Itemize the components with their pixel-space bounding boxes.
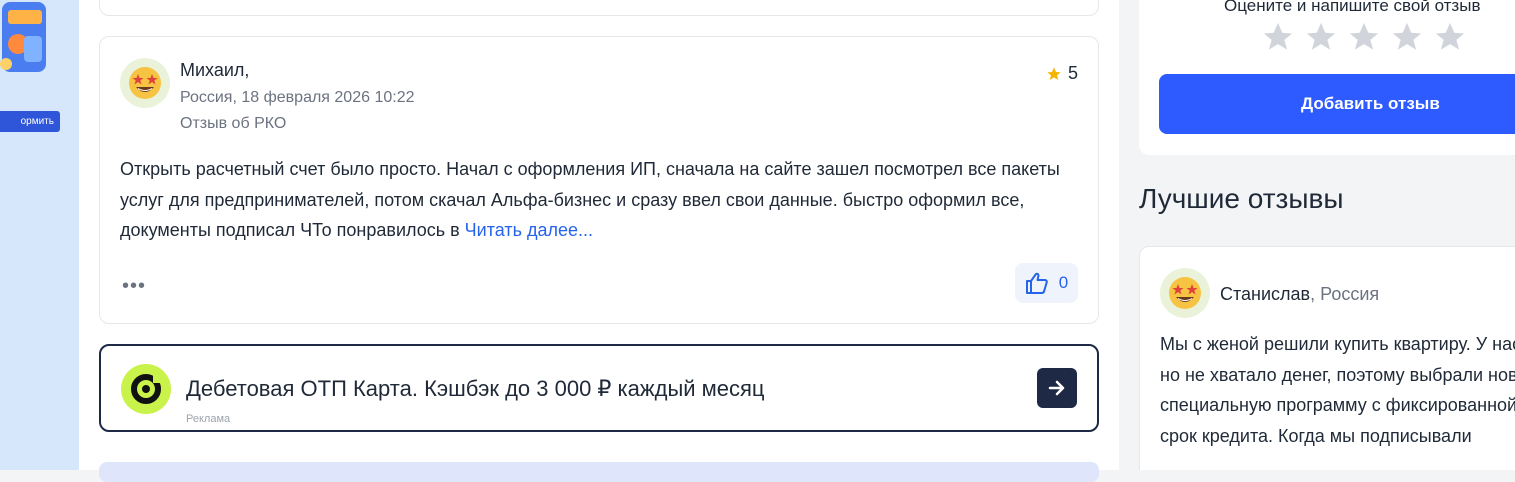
review-card: Михаил, Россия, 18 февраля 2026 10:22 От… xyxy=(99,36,1099,324)
review-rating: 5 xyxy=(1046,63,1078,84)
promo-illustration xyxy=(0,2,46,72)
best-review-card: Станислав, Россия Мы с женой решили купи… xyxy=(1139,246,1515,470)
star-icon[interactable] xyxy=(1304,20,1338,54)
star-icon[interactable] xyxy=(1390,20,1424,54)
like-count: 0 xyxy=(1058,273,1069,292)
previous-review-card xyxy=(99,0,1099,16)
right-sidebar: Оцените и напишите свой отзыв Добавить о… xyxy=(1139,0,1515,470)
review-author: Михаил, xyxy=(180,60,250,80)
left-promo-banner: ормить xyxy=(0,0,79,470)
best-review-location: Россия xyxy=(1320,284,1380,304)
review-location-date: Россия, 18 февраля 2026 10:22 xyxy=(180,89,415,106)
ad-title[interactable]: Дебетовая ОТП Карта. Кэшбэк до 3 000 ₽ к… xyxy=(186,376,765,402)
review-topic: Отзыв об РКО xyxy=(180,115,287,132)
best-review-text: Мы с женой решили купить квартиру. У нас… xyxy=(1160,334,1515,446)
best-review-author: Станислав xyxy=(1220,284,1311,304)
like-button[interactable]: 0 xyxy=(1015,263,1078,303)
review-text: Открыть расчетный счет было просто. Нача… xyxy=(120,154,1090,246)
otp-logo-icon xyxy=(121,364,171,414)
best-reviews-title: Лучшие отзывы xyxy=(1139,183,1344,214)
rate-card: Оцените и напишите свой отзыв Добавить о… xyxy=(1139,0,1515,155)
thumbs-up-icon xyxy=(1025,272,1048,294)
rate-prompt: Оцените и напишите свой отзыв xyxy=(1224,0,1481,15)
author-separator: , xyxy=(1310,284,1321,304)
avatar xyxy=(1160,268,1210,318)
next-block xyxy=(99,462,1099,482)
arrow-right-icon[interactable] xyxy=(1037,368,1077,408)
star-icon[interactable] xyxy=(1261,20,1295,54)
rating-value: 5 xyxy=(1067,63,1078,83)
smiling-face-with-star-eyes-icon xyxy=(1169,277,1201,309)
ad-card[interactable]: Дебетовая ОТП Карта. Кэшбэк до 3 000 ₽ к… xyxy=(99,344,1099,432)
avatar xyxy=(120,58,170,108)
smiling-face-with-star-eyes-icon xyxy=(129,67,161,99)
rating-stars[interactable] xyxy=(1261,20,1467,54)
ad-label: Реклама xyxy=(186,413,231,425)
promo-button[interactable]: ормить xyxy=(0,111,60,132)
add-review-button[interactable]: Добавить отзыв xyxy=(1159,74,1515,134)
star-icon[interactable] xyxy=(1347,20,1381,54)
best-review-author-line: Станислав, Россия xyxy=(1220,284,1379,305)
more-options-button[interactable]: ••• xyxy=(122,275,146,298)
star-icon xyxy=(1047,66,1061,80)
read-more-link[interactable]: Читать далее... xyxy=(465,220,593,240)
star-icon[interactable] xyxy=(1433,20,1467,54)
